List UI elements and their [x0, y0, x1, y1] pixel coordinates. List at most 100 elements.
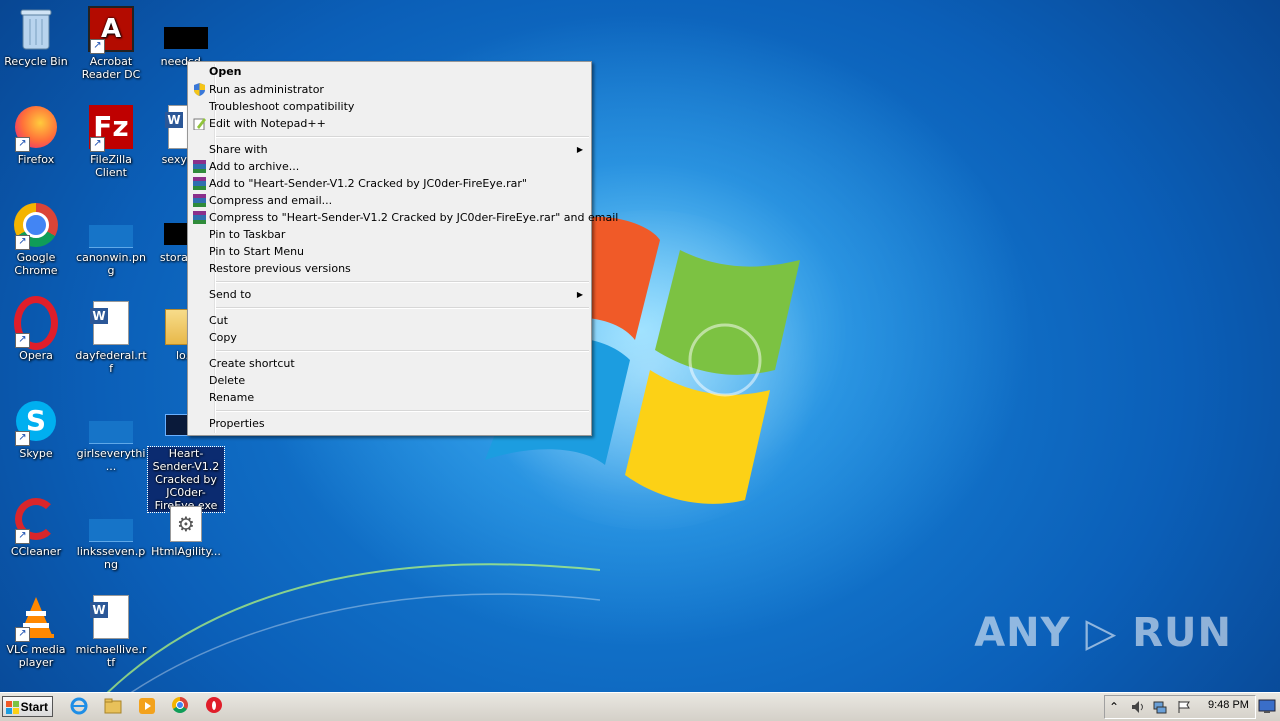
image-file-icon: [88, 202, 134, 248]
menu-item-delete[interactable]: Delete: [190, 372, 589, 389]
word-document-icon: W: [88, 594, 134, 640]
internet-explorer-icon[interactable]: [70, 697, 88, 715]
start-button[interactable]: Start: [2, 696, 53, 717]
menu-separator: [216, 307, 589, 309]
desktop-icon-needsd[interactable]: needsd...: [148, 6, 224, 68]
menu-item-label: Properties: [209, 417, 265, 430]
desktop-icon-label: Firefox: [17, 153, 55, 166]
menu-item-label: Send to: [209, 288, 252, 301]
desktop-icon-label: Opera: [19, 349, 53, 362]
opera-icon: ↗: [13, 296, 59, 350]
desktop-icon-michaellive[interactable]: W michaellive.rtf: [73, 594, 149, 669]
menu-item-open[interactable]: Open: [190, 63, 589, 80]
image-file-icon: [88, 398, 134, 444]
desktop-icon-label: canonwin.png: [76, 251, 146, 277]
menu-item-label: Cut: [209, 314, 228, 327]
windows-logo-icon: [6, 700, 19, 714]
menu-item-label: Copy: [209, 331, 237, 344]
media-player-icon[interactable]: [138, 697, 156, 715]
desktop-icon-recycle-bin[interactable]: Recycle Bin: [0, 6, 74, 68]
menu-item-share-with[interactable]: Share with ▶: [190, 141, 589, 158]
menu-item-copy[interactable]: Copy: [190, 329, 589, 346]
submenu-arrow-icon: ▶: [576, 290, 583, 299]
desktop-icon-label: girlseverythi...: [76, 447, 146, 473]
tray-expand-icon[interactable]: ⌃: [1109, 700, 1123, 714]
menu-item-label: Open: [209, 65, 242, 78]
menu-item-compress-to-rar-and-email[interactable]: Compress to "Heart-Sender-V1.2 Cracked b…: [190, 209, 618, 226]
word-document-icon: W: [88, 300, 134, 346]
action-center-flag-icon[interactable]: [1177, 700, 1191, 714]
desktop[interactable]: Recycle Bin A ↗ Acrobat Reader DC needsd…: [0, 0, 1280, 692]
chrome-icon[interactable]: [172, 697, 190, 715]
vlc-cone-icon: ↗: [13, 594, 59, 642]
desktop-icon-label: FileZilla Client: [90, 153, 132, 179]
desktop-icon-label: VLC media player: [6, 643, 66, 669]
menu-item-pin-to-taskbar[interactable]: Pin to Taskbar: [190, 226, 589, 243]
desktop-icon-ccleaner[interactable]: ↗ CCleaner: [0, 496, 74, 558]
desktop-icon-skype[interactable]: S ↗ Skype: [0, 398, 74, 460]
shortcut-arrow-icon: ↗: [15, 431, 30, 446]
volume-icon[interactable]: [1131, 700, 1145, 714]
menu-item-send-to[interactable]: Send to ▶: [190, 286, 589, 303]
clock[interactable]: 9:48 PM: [1208, 699, 1249, 711]
desktop-icon-canonwin[interactable]: canonwin.png: [73, 202, 149, 277]
image-file-icon: [88, 496, 134, 542]
menu-separator: [216, 410, 589, 412]
context-menu: Open Run as administrator Troubleshoot c…: [187, 61, 618, 436]
explorer-icon[interactable]: [104, 697, 122, 715]
menu-item-add-to-archive[interactable]: Add to archive...: [190, 158, 589, 175]
desktop-icon-vlc[interactable]: ↗ VLC media player: [0, 594, 74, 669]
desktop-icon-label: dayfederal.rtf: [75, 349, 147, 375]
network-icon[interactable]: [1153, 700, 1167, 714]
menu-item-edit-with-notepadpp[interactable]: Edit with Notepad++: [190, 115, 589, 132]
taskbar: Start ⌃ 9:48 PM: [0, 692, 1280, 721]
menu-item-label: Run as administrator: [209, 83, 324, 96]
shortcut-arrow-icon: ↗: [15, 529, 30, 544]
menu-item-restore-previous-versions[interactable]: Restore previous versions: [190, 260, 589, 277]
desktop-icon-label: michaellive.rtf: [75, 643, 147, 669]
show-desktop-icon[interactable]: [1258, 697, 1276, 715]
start-label: Start: [20, 700, 48, 714]
winrar-icon: [193, 211, 206, 224]
menu-item-run-as-administrator[interactable]: Run as administrator: [190, 81, 589, 98]
menu-item-label: Create shortcut: [209, 357, 295, 370]
desktop-icon-opera[interactable]: ↗ Opera: [0, 296, 74, 362]
menu-item-troubleshoot-compatibility[interactable]: Troubleshoot compatibility: [190, 98, 589, 115]
menu-separator: [216, 281, 589, 283]
desktop-icon-chrome[interactable]: ↗ Google Chrome: [0, 202, 74, 277]
acrobat-reader-icon: A ↗: [88, 6, 134, 54]
submenu-arrow-icon: ▶: [576, 145, 583, 154]
shortcut-arrow-icon: ↗: [15, 137, 30, 152]
shortcut-arrow-icon: ↗: [90, 137, 105, 152]
menu-item-add-to-rar[interactable]: Add to "Heart-Sender-V1.2 Cracked by JC0…: [190, 175, 589, 192]
desktop-icon-filezilla[interactable]: Fz ↗ FileZilla Client: [73, 104, 149, 179]
menu-item-rename[interactable]: Rename: [190, 389, 589, 406]
menu-item-cut[interactable]: Cut: [190, 312, 589, 329]
gear-file-icon: ⚙: [163, 496, 209, 542]
chrome-icon: ↗: [13, 202, 59, 250]
desktop-icon-htmlagility[interactable]: ⚙ HtmlAgility...: [148, 496, 224, 558]
winrar-icon: [193, 194, 206, 207]
desktop-icon-girlseverything[interactable]: girlseverythi...: [73, 398, 149, 473]
desktop-icon-firefox[interactable]: ↗ Firefox: [0, 104, 74, 166]
filezilla-icon: Fz ↗: [88, 104, 134, 152]
shortcut-arrow-icon: ↗: [15, 235, 30, 250]
desktop-icon-label: Acrobat Reader DC: [81, 55, 141, 81]
menu-separator: [216, 136, 589, 138]
firefox-icon: ↗: [13, 104, 59, 152]
menu-item-label: Pin to Start Menu: [209, 245, 305, 258]
menu-item-properties[interactable]: Properties: [190, 415, 589, 432]
desktop-icon-acrobat-reader[interactable]: A ↗ Acrobat Reader DC: [73, 6, 149, 81]
notepadpp-icon: [193, 117, 206, 131]
desktop-icon-label: CCleaner: [10, 545, 62, 558]
anyrun-watermark: ANY ▷ RUN: [974, 610, 1232, 656]
desktop-icon-dayfederal[interactable]: W dayfederal.rtf: [73, 300, 149, 375]
wallpaper-swirl: [106, 563, 600, 692]
menu-item-label: Restore previous versions: [209, 262, 351, 275]
shortcut-arrow-icon: ↗: [15, 333, 30, 348]
menu-item-pin-to-start-menu[interactable]: Pin to Start Menu: [190, 243, 589, 260]
desktop-icon-linksseven[interactable]: linksseven.png: [73, 496, 149, 571]
menu-item-create-shortcut[interactable]: Create shortcut: [190, 355, 589, 372]
menu-item-compress-and-email[interactable]: Compress and email...: [190, 192, 589, 209]
opera-icon[interactable]: [206, 697, 224, 715]
